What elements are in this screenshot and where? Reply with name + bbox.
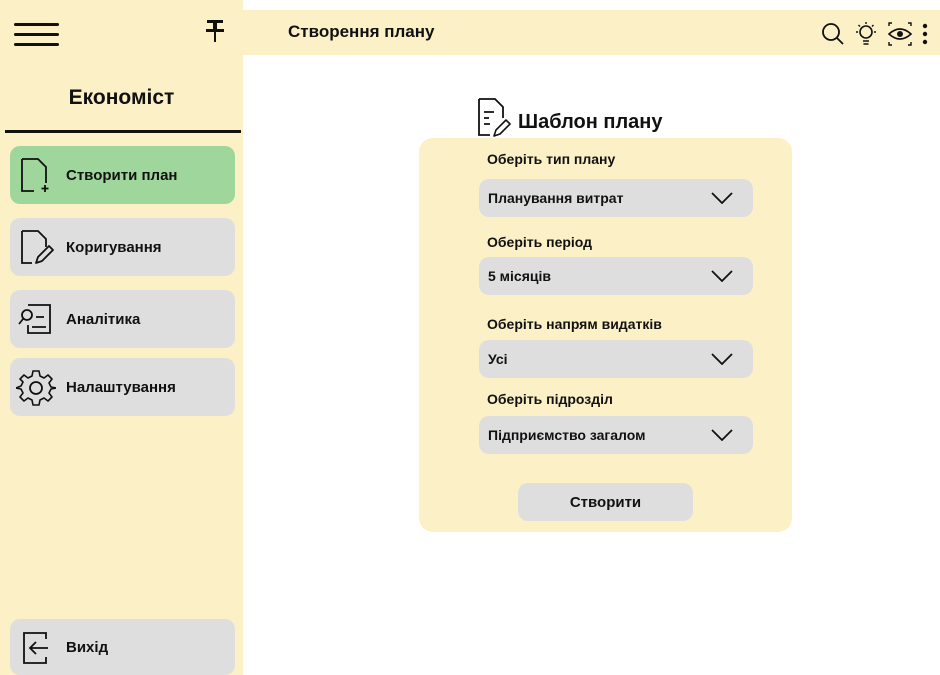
select-value: 5 місяців	[488, 268, 551, 284]
document-edit-icon	[478, 98, 511, 137]
edit-document-icon	[21, 230, 54, 264]
more-vertical-icon[interactable]	[920, 21, 930, 47]
exit-button[interactable]: Вихід	[10, 619, 235, 675]
gear-icon	[16, 370, 56, 406]
sidebar-item-analytics[interactable]: Аналітика	[10, 290, 235, 348]
sidebar-item-adjustment[interactable]: Коригування	[10, 218, 235, 276]
expense-direction-label: Оберіть напрям видатків	[487, 316, 662, 332]
sidebar-item-create-plan[interactable]: Створити план	[10, 146, 235, 204]
exit-label: Вихід	[66, 638, 109, 656]
exit-icon	[23, 632, 48, 664]
period-select[interactable]: 5 місяців	[479, 257, 753, 295]
create-button[interactable]: Створити	[518, 483, 693, 521]
analytics-icon	[18, 304, 51, 334]
department-select[interactable]: Підприємство загалом	[479, 416, 753, 454]
lightbulb-icon[interactable]	[852, 20, 880, 48]
page-title: Створення плану	[288, 22, 435, 41]
chevron-down-icon	[711, 270, 733, 282]
period-label: Оберіть період	[487, 234, 593, 250]
sidebar-divider	[5, 130, 241, 133]
sidebar-item-settings[interactable]: Налаштування	[10, 358, 235, 416]
chevron-down-icon	[711, 353, 733, 365]
chevron-down-icon	[711, 192, 733, 204]
sidebar-item-label: Коригування	[66, 238, 162, 256]
department-label: Оберіть підрозділ	[487, 391, 613, 407]
new-document-icon	[21, 158, 49, 192]
menu-icon[interactable]	[14, 23, 59, 46]
pin-icon[interactable]	[205, 18, 225, 44]
select-value: Усі	[488, 351, 508, 367]
plan-type-label: Оберіть тип плану	[487, 151, 616, 167]
search-icon[interactable]	[820, 21, 846, 47]
card-title: Шаблон плану	[518, 110, 663, 133]
select-value: Підприємство загалом	[488, 427, 646, 443]
plan-type-select[interactable]: Планування витрат	[479, 179, 753, 217]
top-bar-actions	[820, 20, 930, 48]
sidebar-item-label: Створити план	[66, 166, 178, 184]
sidebar-item-label: Налаштування	[66, 378, 176, 396]
chevron-down-icon	[711, 429, 733, 441]
app-title: Економіст	[68, 86, 175, 109]
select-value: Планування витрат	[488, 190, 624, 206]
sidebar-item-label: Аналітика	[66, 310, 141, 328]
eye-icon[interactable]	[886, 20, 914, 48]
expense-direction-select[interactable]: Усі	[479, 340, 753, 378]
card-header: Шаблон плану	[476, 96, 662, 138]
